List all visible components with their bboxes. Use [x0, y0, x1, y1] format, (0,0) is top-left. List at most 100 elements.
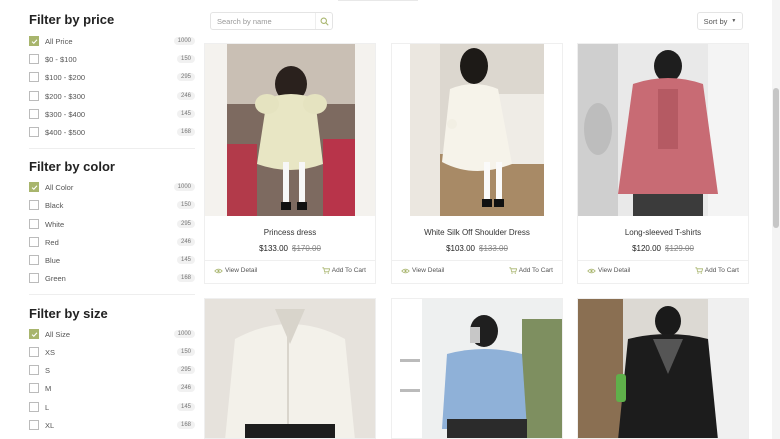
- filter-option-label: $300 - $400: [45, 109, 86, 119]
- filter-color-option[interactable]: White 295: [29, 217, 195, 231]
- filter-size-option[interactable]: L 145: [29, 400, 195, 414]
- filter-option-count: 295: [176, 73, 195, 81]
- filter-option-count: 168: [176, 128, 195, 136]
- filter-price-option[interactable]: $100 - $200 295: [29, 70, 195, 84]
- cart-icon: [695, 267, 703, 274]
- checkbox[interactable]: [29, 255, 39, 265]
- filter-option-label: All Color: [45, 182, 74, 192]
- product-image[interactable]: [205, 44, 375, 216]
- search-button[interactable]: [315, 13, 332, 29]
- old-price: $170.00: [292, 244, 321, 253]
- checkbox[interactable]: [29, 200, 39, 210]
- scrollbar-thumb[interactable]: [773, 88, 779, 228]
- product-card[interactable]: Long-sleeved T-shirts $120.00 $129.00 Vie…: [577, 43, 749, 284]
- view-detail-button[interactable]: View Detail: [587, 267, 630, 274]
- checkbox[interactable]: [29, 347, 39, 357]
- checkbox[interactable]: [29, 219, 39, 229]
- filter-color-option[interactable]: All Color 1000: [29, 180, 195, 194]
- filter-option-label: $200 - $300: [45, 91, 86, 101]
- filter-size-option[interactable]: M 246: [29, 381, 195, 395]
- view-detail-button[interactable]: View Detail: [214, 267, 257, 274]
- filter-option-label: S: [45, 365, 51, 375]
- view-detail-button[interactable]: View Detail: [401, 267, 444, 274]
- eye-icon: [214, 268, 223, 273]
- add-to-cart-button[interactable]: Add To Cart: [509, 267, 553, 274]
- filter-price-option[interactable]: $200 - $300 246: [29, 89, 195, 103]
- divider: [29, 148, 195, 149]
- eye-icon: [401, 268, 410, 273]
- filter-option-label: $0 - $100: [45, 54, 77, 64]
- filter-size-option[interactable]: S 295: [29, 363, 195, 377]
- filter-option-count: 145: [176, 256, 195, 264]
- sort-dropdown[interactable]: Sort by ▼: [697, 12, 743, 30]
- checkbox[interactable]: [29, 54, 39, 64]
- checkbox[interactable]: [29, 127, 39, 137]
- add-to-cart-button[interactable]: Add To Cart: [322, 267, 366, 274]
- card-actions: View Detail Add To Cart: [578, 260, 748, 283]
- filter-option-count: 150: [176, 201, 195, 209]
- check-icon: [31, 331, 37, 337]
- checkbox[interactable]: [29, 402, 39, 412]
- filter-price-option[interactable]: $300 - $400 145: [29, 107, 195, 121]
- filter-option-count: 295: [176, 366, 195, 374]
- filter-sidebar: Filter by price All Price 1000 $0 - $100…: [0, 0, 200, 439]
- filter-size-option[interactable]: All Size 1000: [29, 327, 195, 341]
- product-image[interactable]: [578, 44, 748, 216]
- search-input[interactable]: [211, 15, 315, 27]
- filter-color-option[interactable]: Green 168: [29, 271, 195, 285]
- product-image[interactable]: [392, 44, 562, 216]
- product-name[interactable]: Long-sleeved T-shirts: [578, 228, 748, 237]
- view-detail-label: View Detail: [412, 267, 445, 274]
- filter-option-count: 246: [176, 92, 195, 100]
- old-price: $129.00: [665, 244, 694, 253]
- filter-price-option[interactable]: $0 - $100 150: [29, 52, 195, 66]
- old-price: $133.00: [479, 244, 508, 253]
- checkbox[interactable]: [29, 182, 39, 192]
- caret-down-icon: ▼: [731, 18, 737, 24]
- checkbox[interactable]: [29, 273, 39, 283]
- checkbox[interactable]: [29, 72, 39, 82]
- filter-option-count: 295: [176, 220, 195, 228]
- product-name[interactable]: White Silk Off Shoulder Dress: [392, 228, 562, 237]
- product-card[interactable]: [204, 298, 376, 439]
- product-name[interactable]: Princess dress: [205, 228, 375, 237]
- cart-icon: [509, 267, 517, 274]
- filter-color-option[interactable]: Red 246: [29, 235, 195, 249]
- add-to-cart-button[interactable]: Add To Cart: [695, 267, 739, 274]
- product-image[interactable]: [392, 299, 562, 439]
- product-image[interactable]: [205, 299, 375, 439]
- check-icon: [31, 38, 37, 44]
- checkbox[interactable]: [29, 420, 39, 430]
- filter-size-option[interactable]: XL 168: [29, 418, 195, 432]
- checkbox[interactable]: [29, 109, 39, 119]
- product-card[interactable]: Princess dress $133.00 $170.00 View Detai…: [204, 43, 376, 284]
- product-card[interactable]: [577, 298, 749, 439]
- product-card[interactable]: [391, 298, 563, 439]
- product-price: $120.00 $129.00: [578, 244, 748, 253]
- filter-option-count: 145: [176, 403, 195, 411]
- filter-option-label: XL: [45, 420, 55, 430]
- view-detail-label: View Detail: [225, 267, 258, 274]
- filter-size-option[interactable]: XS 150: [29, 345, 195, 359]
- filter-color-option[interactable]: Blue 145: [29, 253, 195, 267]
- filter-option-count: 1000: [173, 183, 195, 191]
- filter-option-count: 150: [176, 348, 195, 356]
- current-price: $133.00: [259, 244, 288, 253]
- filter-option-label: White: [45, 219, 65, 229]
- product-card[interactable]: White Silk Off Shoulder Dress $103.00 $13…: [391, 43, 563, 284]
- search-box: [210, 12, 333, 30]
- product-image[interactable]: [578, 299, 748, 439]
- filter-price-option[interactable]: $400 - $500 168: [29, 125, 195, 139]
- checkbox[interactable]: [29, 36, 39, 46]
- scrollbar[interactable]: [772, 0, 780, 439]
- eye-icon: [587, 268, 596, 273]
- checkbox[interactable]: [29, 91, 39, 101]
- checkbox[interactable]: [29, 329, 39, 339]
- checkbox[interactable]: [29, 383, 39, 393]
- checkbox[interactable]: [29, 237, 39, 247]
- filter-option-count: 145: [176, 110, 195, 118]
- filter-color-option[interactable]: Black 150: [29, 198, 195, 212]
- filter-option-count: 168: [176, 421, 195, 429]
- checkbox[interactable]: [29, 365, 39, 375]
- filter-price-option[interactable]: All Price 1000: [29, 34, 195, 48]
